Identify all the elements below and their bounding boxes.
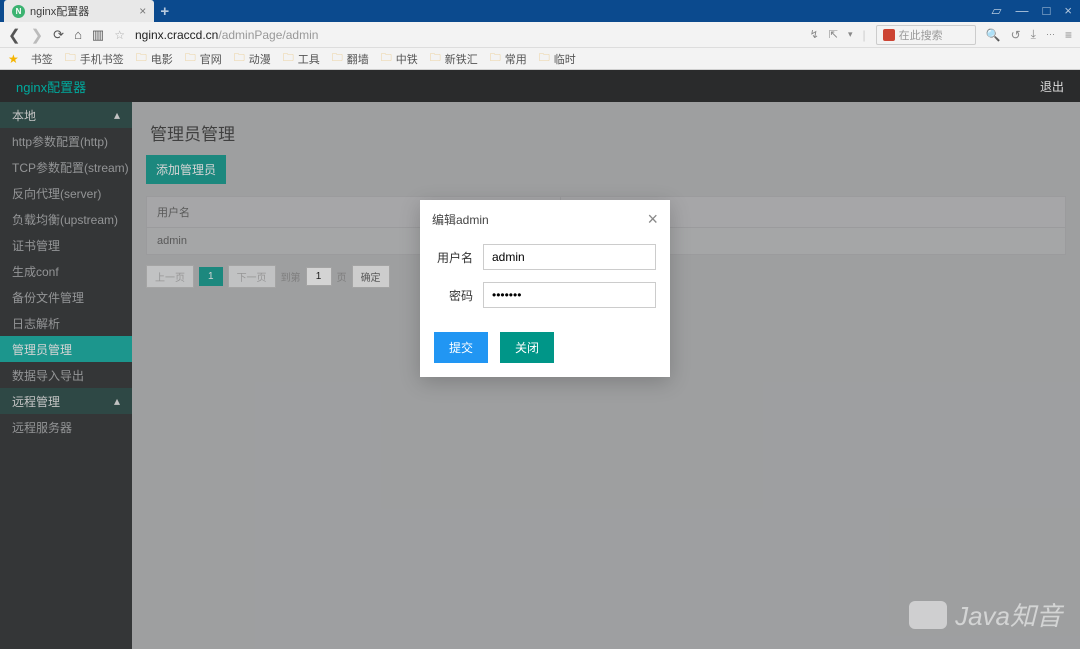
bookmark-folder[interactable]: 🗀新铁汇 [430,49,478,68]
bookmark-folder[interactable]: 🗀电影 [136,49,173,68]
maximize-icon[interactable]: □ [1043,3,1051,19]
chevron-down-icon[interactable]: ▾ [848,29,853,40]
bookmark-folder[interactable]: 🗀手机书签 [65,49,124,68]
bookmark-folder[interactable]: 🗀官网 [185,49,222,68]
modal-title: 编辑admin [432,211,489,228]
bookmark-folder[interactable]: 🗀工具 [283,49,320,68]
refresh-icon[interactable]: ⟳ [53,27,64,43]
search-input[interactable]: 在此搜索 [876,25,976,45]
bookmark-folder[interactable]: 🗀临时 [539,49,576,68]
bookmark-folder[interactable]: 🗀动漫 [234,49,271,68]
history-icon[interactable]: ↺ [1011,28,1021,42]
address-bar[interactable]: nginx.craccd.cn/adminPage/admin [135,28,800,42]
edit-admin-modal: 编辑admin × 用户名 密码 提交 关闭 [420,200,670,377]
username-label: 用户名 [434,249,473,266]
download-icon[interactable]: ⤓ [1031,27,1036,42]
home-icon[interactable]: ⌂ [74,27,82,42]
username-input[interactable] [483,244,656,270]
lightning-icon[interactable]: ↯ [810,28,819,41]
password-input[interactable] [483,282,656,308]
bookmark-folder[interactable]: 🗀翻墙 [332,49,369,68]
bookmarks-label[interactable]: 书签 [31,51,53,67]
close-window-icon[interactable]: × [1064,3,1072,19]
dots-icon[interactable]: ⋯ [1046,29,1055,40]
password-label: 密码 [434,287,473,304]
app-header: nginx配置器 退出 [0,70,1080,102]
logout-link[interactable]: 退出 [1040,78,1064,95]
browser-titlebar: N nginx配置器 × + ▱ — □ × [0,0,1080,22]
divider: | [863,28,866,42]
share-icon[interactable]: ⇱ [829,28,838,41]
pin-icon[interactable]: ▱ [992,3,1002,19]
tab-favicon: N [12,5,25,18]
watermark: Java知音 [909,596,1062,633]
window-controls: ▱ — □ × [992,3,1080,19]
tabs-icon[interactable]: ▥ [92,27,104,43]
app-brand[interactable]: nginx配置器 [16,77,86,96]
search-engine-icon [883,29,895,41]
new-tab-button[interactable]: + [160,3,169,20]
favorite-icon[interactable]: ☆ [114,28,125,42]
minimize-icon[interactable]: — [1016,3,1029,19]
wechat-icon [909,601,947,629]
bookmark-folder[interactable]: 🗀中铁 [381,49,418,68]
tab-title: nginx配置器 [30,3,89,19]
tab-close-icon[interactable]: × [139,4,146,18]
menu-icon[interactable]: ≡ [1065,28,1072,42]
bookmark-folder[interactable]: 🗀常用 [490,49,527,68]
browser-toolbar: ❮ ❯ ⟳ ⌂ ▥ ☆ nginx.craccd.cn/adminPage/ad… [0,22,1080,48]
close-button[interactable]: 关闭 [500,332,554,363]
back-icon[interactable]: ❮ [8,26,21,44]
bookmarks-star-icon[interactable]: ★ [8,52,19,66]
bookmarks-bar: ★ 书签 🗀手机书签 🗀电影 🗀官网 🗀动漫 🗀工具 🗀翻墙 🗀中铁 🗀新铁汇 … [0,48,1080,70]
modal-header: 编辑admin × [420,200,670,238]
search-icon[interactable]: 🔍 [986,28,1001,42]
active-tab[interactable]: N nginx配置器 × [4,0,154,22]
submit-button[interactable]: 提交 [434,332,488,363]
close-icon[interactable]: × [647,210,658,228]
forward-icon[interactable]: ❯ [31,26,44,44]
